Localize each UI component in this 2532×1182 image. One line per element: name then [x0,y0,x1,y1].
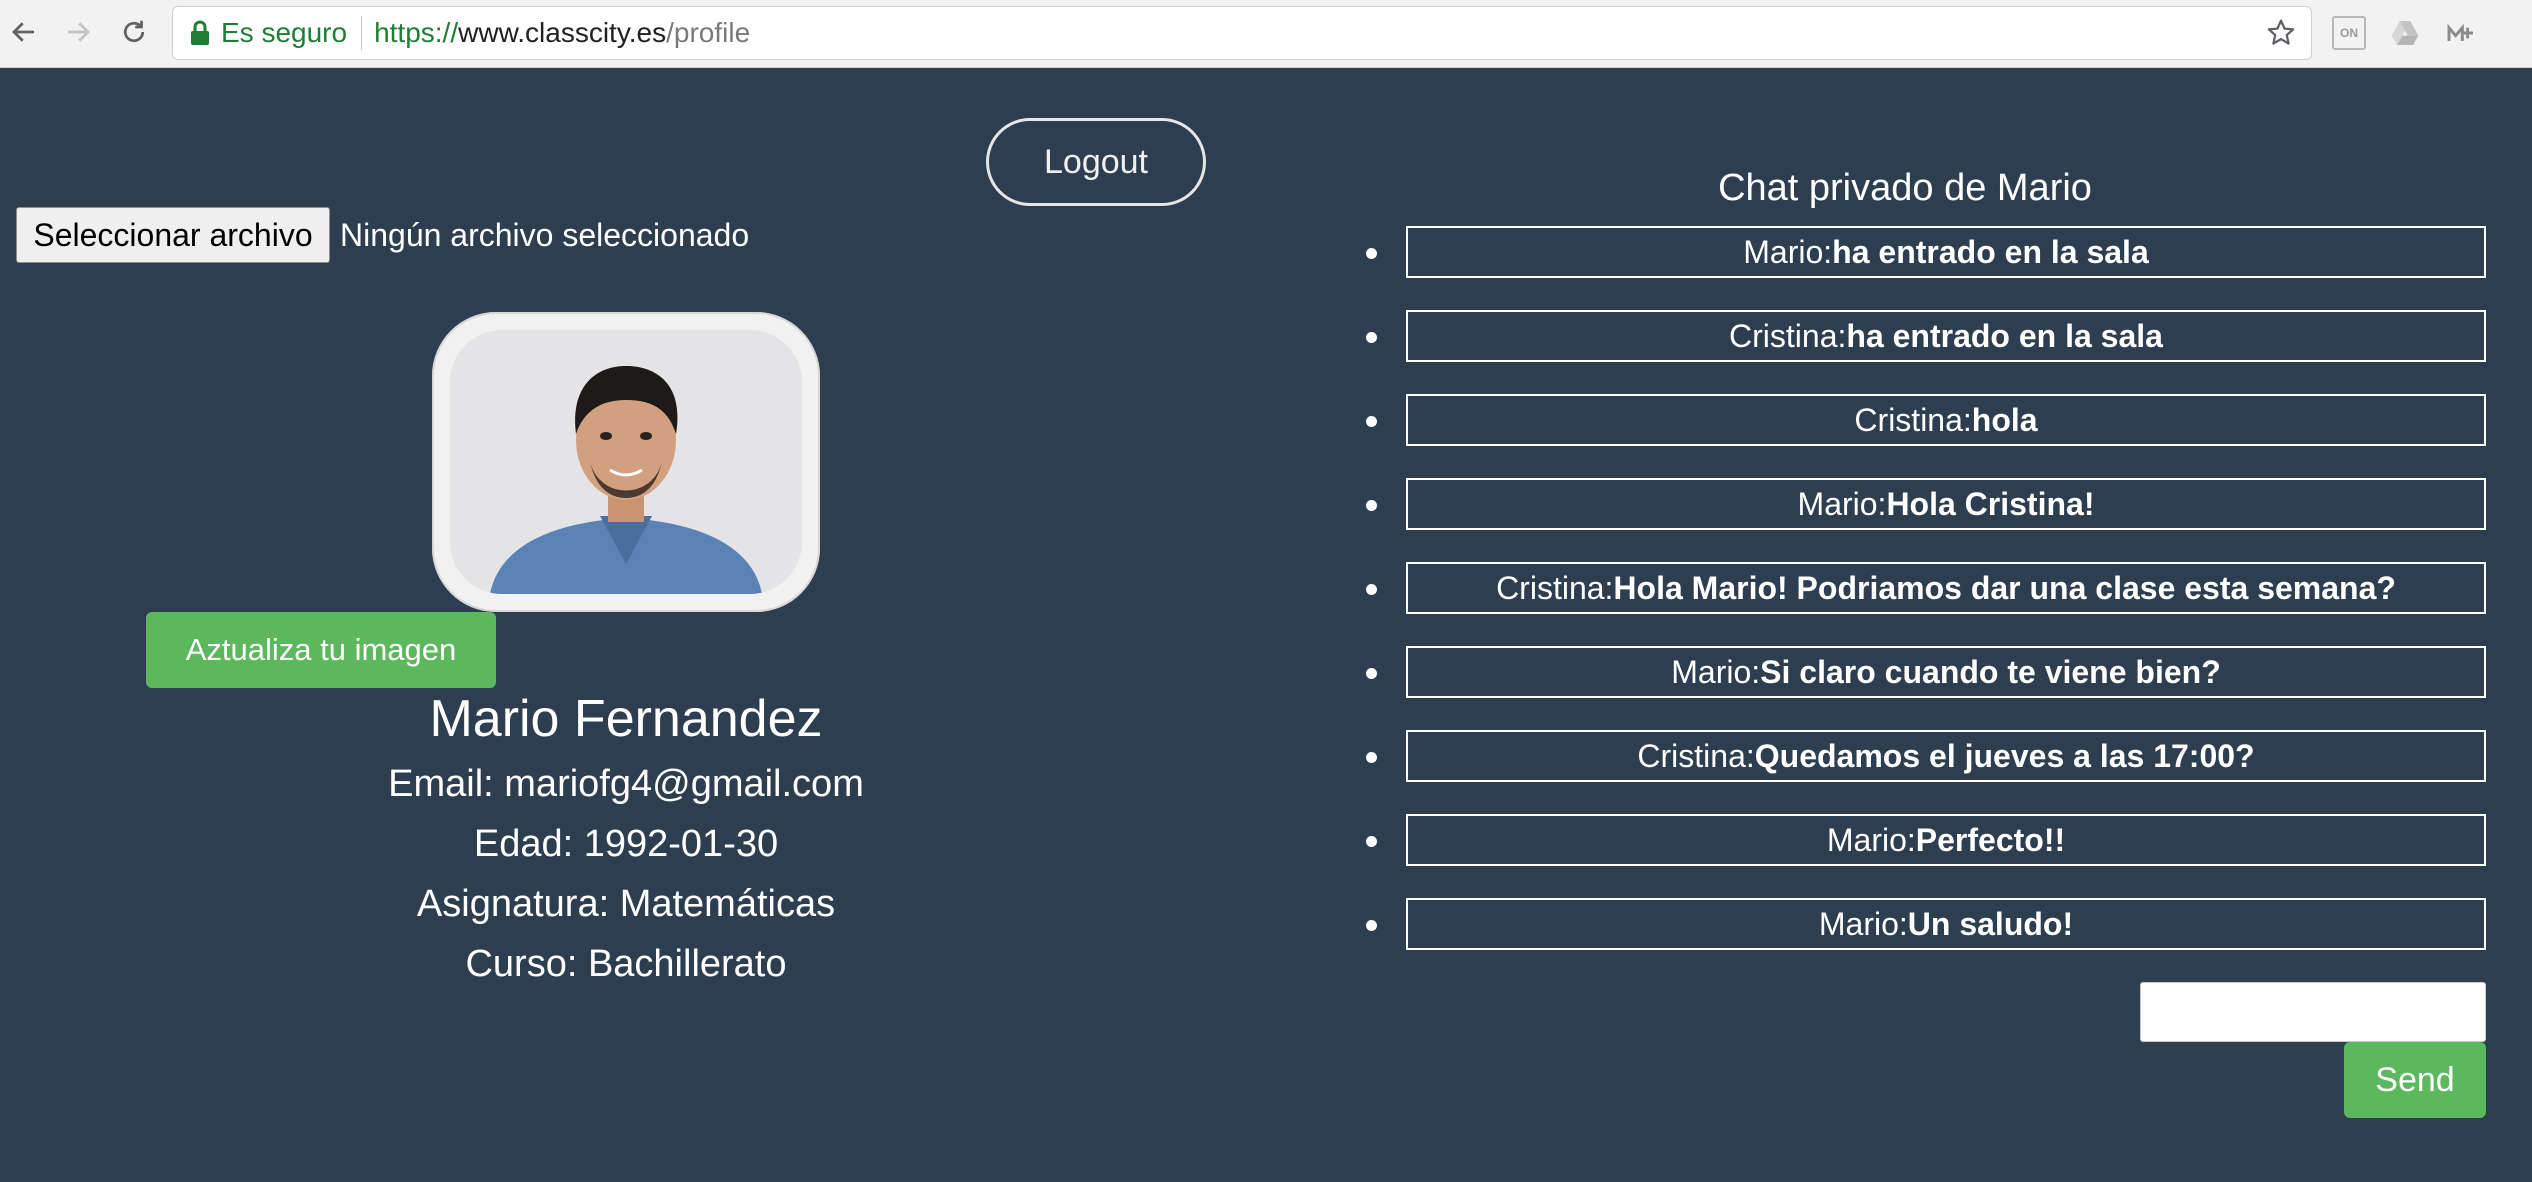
profile-email: Email: mariofg4@gmail.com [388,763,864,805]
bullet-icon [1366,584,1377,595]
message-user: Mario: [1743,233,1833,270]
message-box: Mario: ha entrado en la sala [1406,226,2486,278]
message-text: Quedamos el jueves a las 17:00? [1754,737,2255,774]
address-separator [361,16,363,50]
url-text: https://www.classcity.es/profile [374,17,750,49]
profile-age: Edad: 1992-01-30 [473,823,779,865]
bullet-icon [1366,248,1377,259]
chat-message: Cristina: hola [1366,394,2486,448]
chat-message: Mario: Si claro cuando te viene bien? [1366,646,2486,700]
star-icon[interactable] [2265,17,2297,49]
message-text: Hola Mario! Podriamos dar una clase esta… [1613,569,2396,606]
message-user: Mario: [1818,905,1908,942]
chat-message: Mario: Perfecto!! [1366,814,2486,868]
message-box: Mario: Perfecto!! [1406,814,2486,866]
browser-toolbar: Es seguro https://www.classcity.es/profi… [0,0,2532,68]
url-scheme: https:// [374,17,459,48]
extension-icon[interactable] [2444,16,2478,50]
logout-button[interactable]: Logout [986,118,1206,206]
profile-name: Mario Fernandez [429,690,823,748]
chat-message: Cristina: Hola Mario! Podriamos dar una c… [1366,562,2486,616]
message-user: Mario: [1826,821,1916,858]
message-text: Un saludo! [1907,905,2074,942]
message-box: Cristina: hola [1406,394,2486,446]
extension-on-label: ON [2340,26,2358,40]
message-text: ha entrado en la sala [1846,317,2163,354]
chat-message: Mario: ha entrado en la sala [1366,226,2486,280]
reload-icon[interactable] [112,10,156,54]
message-user: Cristina: [1637,737,1755,774]
message-user: Cristina: [1496,569,1614,606]
chat-title: Chat privado de Mario [1718,167,2092,209]
profile-photo [450,330,802,594]
message-user: Mario: [1671,653,1761,690]
message-text: Perfecto!! [1915,821,2066,858]
message-text: hola [1971,401,2038,438]
message-box: Cristina: ha entrado en la sala [1406,310,2486,362]
lock-icon [189,20,211,46]
bullet-icon [1366,416,1377,427]
message-box: Cristina: Hola Mario! Podriamos dar una c… [1406,562,2486,614]
chat-message: Mario: Hola Cristina! [1366,478,2486,532]
forward-arrow-icon[interactable] [56,10,100,54]
message-box: Mario: Si claro cuando te viene bien? [1406,646,2486,698]
message-text: Hola Cristina! [1886,485,2095,522]
profile-info: Mario Fernandez Email: mariofg4@gmail.co… [226,684,1026,994]
message-user: Cristina: [1729,317,1847,354]
google-drive-icon[interactable] [2388,16,2422,50]
chat-message: Cristina: ha entrado en la sala [1366,310,2486,364]
message-text: Si claro cuando te viene bien? [1760,653,2221,690]
message-box: Cristina: Quedamos el jueves a las 17:00? [1406,730,2486,782]
send-button[interactable]: Send [2344,1042,2486,1118]
bullet-icon [1366,668,1377,679]
bullet-icon [1366,920,1377,931]
chat-message: Mario: Un saludo! [1366,898,2486,952]
bullet-icon [1366,836,1377,847]
file-status-text: Ningún archivo seleccionado [340,216,750,253]
profile-course: Curso: Bachillerato [465,943,787,985]
message-text: ha entrado en la sala [1832,233,2149,270]
chat-message: Cristina: Quedamos el jueves a las 17:00? [1366,730,2486,784]
avatar [432,312,820,612]
url-host: www.classcity.es [458,17,667,48]
message-box: Mario: Un saludo! [1406,898,2486,950]
update-image-button[interactable]: Aztualiza tu imagen [146,612,496,688]
bullet-icon [1366,500,1377,511]
bullet-icon [1366,332,1377,343]
back-arrow-icon[interactable] [2,10,46,54]
extension-on-icon[interactable]: ON [2332,16,2366,50]
message-box: Mario: Hola Cristina! [1406,478,2486,530]
profile-subject: Asignatura: Matemáticas [416,883,836,925]
message-user: Mario: [1797,485,1887,522]
bullet-icon [1366,752,1377,763]
file-picker: Seleccionar archivo Ningún archivo selec… [16,207,749,263]
message-input[interactable] [2140,982,2486,1042]
message-user: Cristina: [1854,401,1972,438]
address-bar[interactable]: Es seguro https://www.classcity.es/profi… [172,6,2312,60]
select-file-button[interactable]: Seleccionar archivo [16,207,330,263]
secure-label: Es seguro [221,17,348,48]
url-path: /profile [666,17,751,48]
